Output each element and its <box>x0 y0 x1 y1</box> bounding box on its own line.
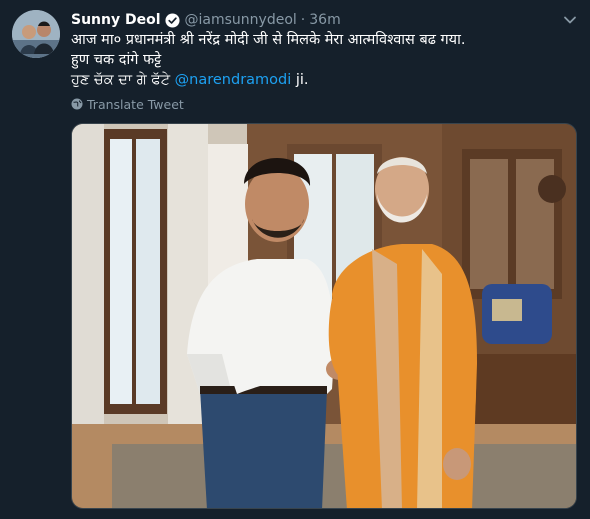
avatar[interactable] <box>12 10 60 58</box>
author-handle[interactable]: @iamsunnydeol <box>185 12 297 28</box>
verified-badge-icon <box>165 12 180 28</box>
tweet-header: Sunny Deol @iamsunnydeol · 36m <box>71 10 341 30</box>
tweet-text-line-3-text: ਹੁਣ ਚੱਕ ਦਾ ਗੇ ਫੱਟੇ <box>71 72 175 88</box>
globe-icon <box>71 98 83 110</box>
separator-dot: · <box>300 12 306 28</box>
translate-label: Translate Tweet <box>87 96 184 112</box>
chevron-down-icon[interactable] <box>562 12 578 28</box>
author-name[interactable]: Sunny Deol <box>71 12 161 28</box>
tweet-text: आज मा० प्रधानमंत्री श्री नरेंद्र मोदी जी… <box>71 30 576 90</box>
mention-link[interactable]: @narendramodi <box>175 72 292 88</box>
translate-tweet-link[interactable]: Translate Tweet <box>71 96 184 112</box>
tweet-card[interactable]: Sunny Deol @iamsunnydeol · 36m आज मा० प्… <box>0 0 590 519</box>
photo-image <box>72 124 576 508</box>
avatar-image <box>12 10 60 58</box>
tweet-timestamp[interactable]: 36m <box>309 12 340 28</box>
tweet-text-line-1: आज मा० प्रधानमंत्री श्री नरेंद्र मोदी जी… <box>71 32 466 48</box>
tweet-text-line-3: ਹੁਣ ਚੱਕ ਦਾ ਗੇ ਫੱਟੇ @narendramodi ji. <box>71 70 576 90</box>
tweet-text-line-3-suffix: ji. <box>291 72 309 88</box>
tweet-text-line-2: हुण चक दांगे फट्टे <box>71 52 162 68</box>
tweet-photo[interactable] <box>71 123 577 509</box>
